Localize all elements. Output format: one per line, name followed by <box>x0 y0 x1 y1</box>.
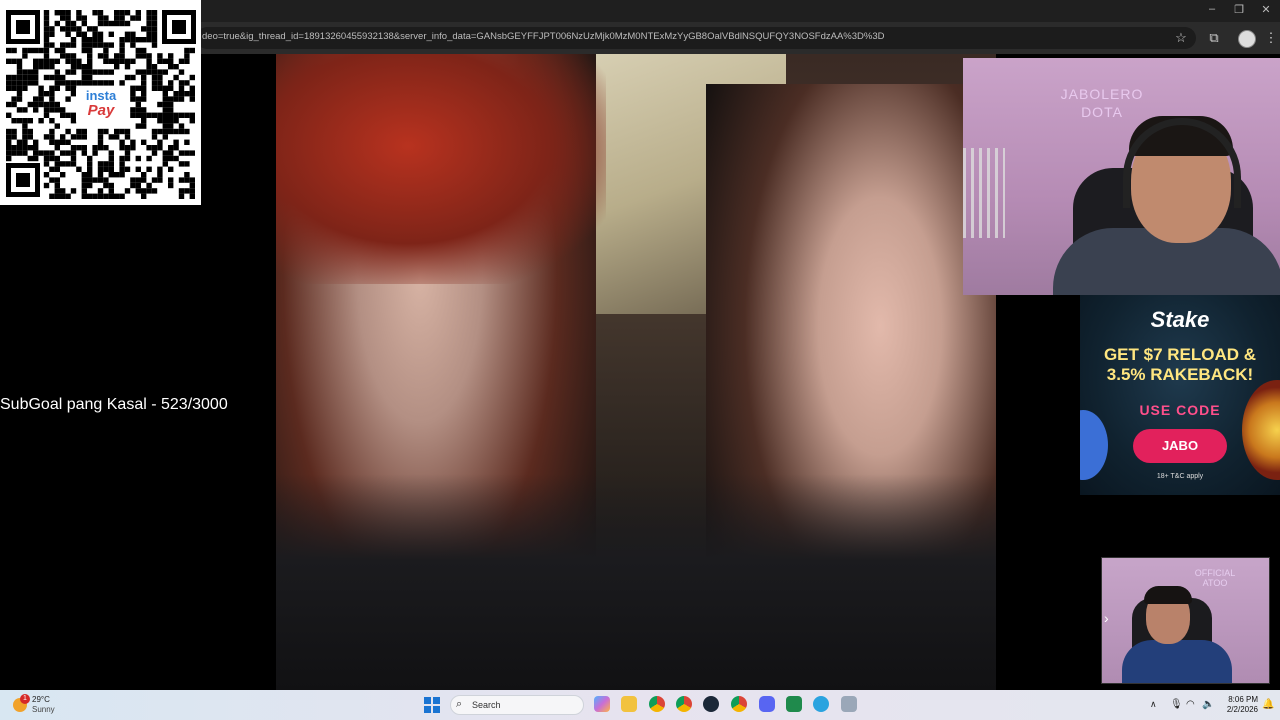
file-explorer-icon[interactable] <box>621 696 637 712</box>
cam2-body <box>1122 640 1232 683</box>
profile-avatar[interactable] <box>1238 30 1256 48</box>
telegram-icon[interactable] <box>813 696 829 712</box>
search-placeholder: Search <box>472 700 501 710</box>
steam-icon[interactable] <box>703 696 719 712</box>
gate-rails <box>963 148 1005 238</box>
taskbar-search-input[interactable] <box>450 695 584 715</box>
subgoal-text: SubGoal pang Kasal - 523/3000 <box>0 396 228 413</box>
chrome-icon[interactable] <box>649 696 665 712</box>
address-bar[interactable]: deo=true&ig_thread_id=18913260455932138&… <box>196 27 1196 49</box>
address-url: deo=true&ig_thread_id=18913260455932138&… <box>202 31 885 42</box>
restore-button[interactable]: ❐ <box>1229 3 1249 16</box>
menu-icon[interactable]: ⋮ <box>1262 29 1280 47</box>
copilot-icon[interactable] <box>594 696 610 712</box>
cam2-wall-sign: OFFICIAL ATOO <box>1194 568 1236 588</box>
sponsor-ad[interactable]: Stake GET $7 RELOAD & 3.5% RAKEBACK! USE… <box>1080 295 1280 495</box>
clothing-shadow <box>276 474 996 690</box>
bookmark-star-icon[interactable]: ☆ <box>1172 29 1190 47</box>
main-video-feed <box>276 54 996 690</box>
chevron-right-icon[interactable]: › <box>1104 610 1109 626</box>
ad-terms: 18+ T&C apply <box>1156 473 1204 480</box>
search-icon: ⌕ <box>456 698 463 710</box>
microphone-icon[interactable]: 🎙 <box>1170 699 1183 710</box>
discord-icon[interactable] <box>759 696 775 712</box>
chrome-icon[interactable] <box>731 696 747 712</box>
volume-icon[interactable]: 🔈 <box>1202 699 1214 710</box>
wall-sign: JABOLERO DOTA <box>1060 86 1144 120</box>
extensions-icon[interactable]: ⧉ <box>1205 29 1223 47</box>
weather-temperature[interactable]: 29°C <box>32 695 50 704</box>
use-code-label: USE CODE <box>1139 402 1221 418</box>
weather-badge: 1 <box>20 694 30 704</box>
clock-date[interactable]: 2/2/2026 <box>1220 705 1258 714</box>
promo-code-button[interactable]: JABO <box>1133 429 1227 463</box>
chrome-icon[interactable] <box>676 696 692 712</box>
qr-code: insta Pay <box>0 0 201 205</box>
streamer-webcam: JABOLERO DOTA <box>963 58 1280 295</box>
weather-condition[interactable]: Sunny <box>32 705 55 714</box>
notification-bell-icon[interactable]: 🔔 <box>1262 699 1274 710</box>
ad-headline: GET $7 RELOAD & 3.5% RAKEBACK! <box>1103 345 1257 384</box>
minimize-button[interactable]: – <box>1202 3 1222 15</box>
ball-graphic <box>1080 410 1108 480</box>
windows-start-icon[interactable] <box>424 697 440 713</box>
windows-taskbar <box>0 690 1280 720</box>
wifi-icon[interactable]: ◠ <box>1186 699 1195 710</box>
cam2-hair <box>1144 586 1192 604</box>
app-green-icon[interactable] <box>786 696 802 712</box>
red-hair <box>276 54 606 284</box>
instapay-logo: insta Pay <box>76 86 126 124</box>
clock-time[interactable]: 8:06 PM <box>1226 695 1258 704</box>
close-button[interactable]: ✕ <box>1256 3 1276 16</box>
chevron-up-icon[interactable]: ∧ <box>1150 699 1157 710</box>
stake-logo: Stake <box>1150 307 1210 332</box>
app-misc-icon[interactable] <box>841 696 857 712</box>
roulette-wheel-graphic <box>1242 380 1280 480</box>
secondary-webcam: OFFICIAL ATOO › <box>1101 557 1270 684</box>
